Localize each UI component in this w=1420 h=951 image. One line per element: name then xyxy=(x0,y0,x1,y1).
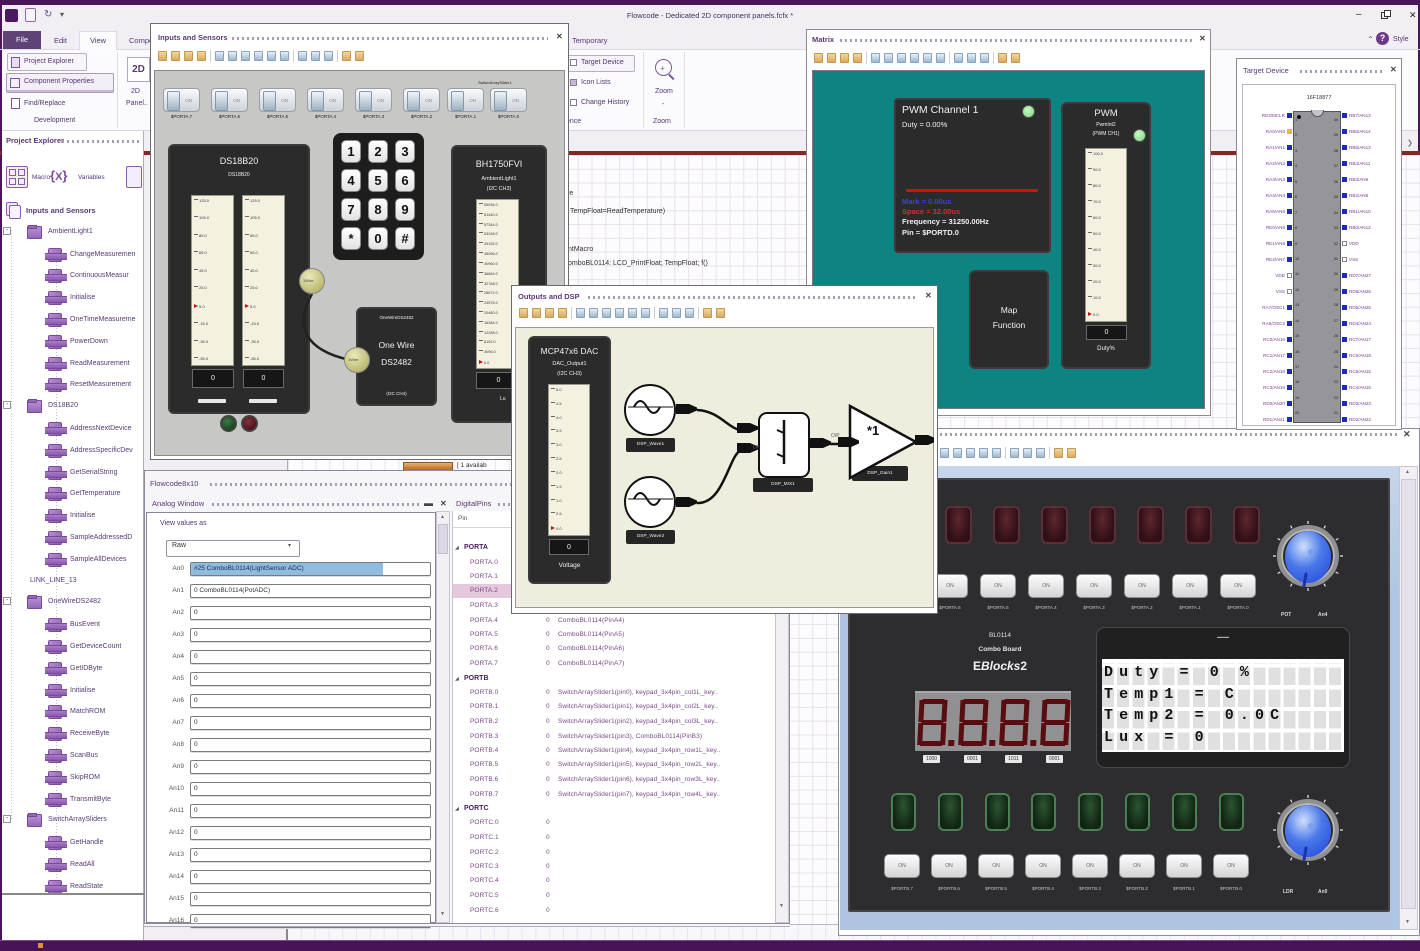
svg-text:I/P: I/P xyxy=(753,445,760,451)
svg-text:*1: *1 xyxy=(867,423,879,438)
svg-text:O/P: O/P xyxy=(831,433,840,439)
